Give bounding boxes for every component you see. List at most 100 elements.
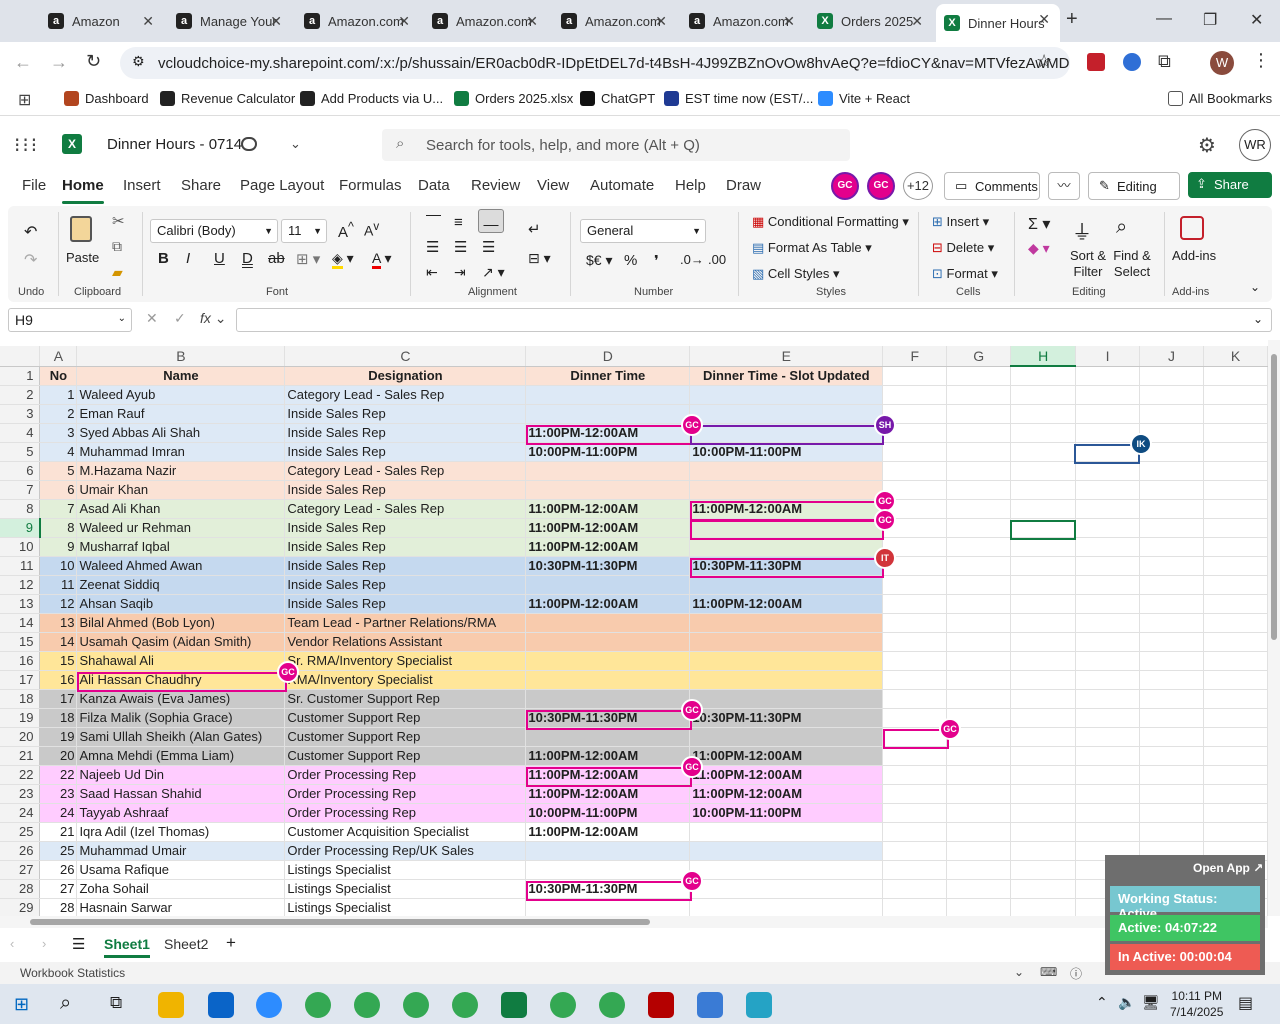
cell[interactable] [1203,556,1268,576]
comma-style-icon[interactable]: ❜ [654,252,659,270]
cell[interactable] [882,632,948,652]
cell[interactable] [1203,613,1268,633]
cell-no[interactable]: 11 [39,575,78,595]
align-top-icon[interactable]: ⎺ [426,214,441,231]
cell-name[interactable]: Zeenat Siddiq [76,575,286,595]
row-header[interactable]: 6 [0,461,41,481]
cell[interactable] [1075,670,1141,690]
header-name[interactable]: Name [76,366,286,386]
cell-designation[interactable]: Listings Specialist [284,879,527,899]
network-icon[interactable]: 🖥 [1142,994,1160,1011]
cell-designation[interactable]: Inside Sales Rep [284,537,527,557]
insert-function-icon[interactable]: fx ⌄ [200,310,227,327]
cell-no[interactable]: 3 [39,423,78,443]
row-header[interactable]: 25 [0,822,41,842]
bookmark-item[interactable]: EST time now (EST/... [664,91,813,106]
font-name-select[interactable]: Calibri (Body) ▼ [150,219,278,243]
reload-icon[interactable]: ↻ [86,51,101,72]
menu-tab-page-layout[interactable]: Page Layout [240,177,324,194]
cell[interactable] [946,480,1012,500]
cell-dinner-slot-updated[interactable] [689,651,884,671]
cell[interactable] [1203,670,1268,690]
cell[interactable] [946,879,1012,899]
currency-icon[interactable]: $€ ▾ [586,252,613,269]
cell-name[interactable]: Filza Malik (Sophia Grace) [76,708,286,728]
decrease-indent-icon[interactable]: ⇤ [426,264,438,281]
cell-no[interactable]: 2 [39,404,78,424]
collaborator-avatar[interactable]: GC [867,172,895,200]
windows-start-icon[interactable]: ⊞ [14,994,29,1015]
sort-filter-icon[interactable]: ⏚ [1072,216,1092,245]
cell[interactable] [1010,727,1077,747]
browser-tab[interactable]: a Amazon.com ✕ [553,6,677,36]
cell[interactable] [1139,727,1204,747]
cell[interactable] [1075,632,1141,652]
app-icon[interactable] [746,992,772,1018]
cell-designation[interactable]: Inside Sales Rep [284,423,527,443]
cell-name[interactable]: Asad Ali Khan [76,499,286,519]
cell-designation[interactable]: Order Processing Rep [284,803,527,823]
browser-tab[interactable]: a Amazon.com ✕ [296,6,420,36]
cell[interactable] [1203,765,1268,785]
cell-dinner-slot-updated[interactable]: 11:00PM-12:00AM [689,594,884,614]
row-header[interactable]: 20 [0,727,41,747]
close-tab-icon[interactable]: ✕ [398,13,410,30]
align-center-icon[interactable]: ☰ [454,238,467,256]
cell[interactable] [1075,822,1141,842]
cell-dinner-slot-updated[interactable]: 11:00PM-12:00AM [689,765,884,785]
open-app-link[interactable]: Open App ↗ [1193,861,1263,875]
cell-name[interactable]: Ahsan Saqib [76,594,286,614]
cell[interactable] [882,575,948,595]
cell[interactable] [1139,385,1204,405]
close-tab-icon[interactable]: ✕ [142,13,154,30]
cell[interactable] [1010,746,1077,766]
decrease-font-icon[interactable]: Av [364,220,379,239]
cell-designation[interactable]: Listings Specialist [284,860,527,880]
wrap-text-icon[interactable]: ↵ [528,220,541,238]
cell-dinner-time[interactable] [525,841,691,861]
search-input[interactable]: ⌕ Search for tools, help, and more (Alt … [382,129,850,161]
cell[interactable] [1075,556,1141,576]
file-explorer-icon[interactable] [158,992,184,1018]
cell-dinner-slot-updated[interactable]: 10:00PM-11:00PM [689,803,884,823]
calculator-icon[interactable] [697,992,723,1018]
close-tab-icon[interactable]: ✕ [526,13,538,30]
cell[interactable] [1139,518,1204,538]
forward-icon[interactable]: → [50,52,68,73]
cell[interactable] [1203,784,1268,804]
cell-no[interactable]: 9 [39,537,78,557]
cell-designation[interactable]: RMA/Inventory Specialist [284,670,527,690]
cell[interactable] [1010,879,1077,899]
percent-icon[interactable]: % [624,252,637,269]
cell[interactable] [1075,765,1141,785]
row-header[interactable]: 13 [0,594,41,614]
cell[interactable] [1139,575,1204,595]
menu-tab-draw[interactable]: Draw [726,177,761,194]
cell[interactable] [1203,499,1268,519]
close-tab-icon[interactable]: ✕ [911,13,923,30]
close-window-icon[interactable]: ✕ [1250,10,1263,30]
cell-dinner-time[interactable] [525,575,691,595]
cell[interactable] [882,803,948,823]
cell[interactable] [1010,708,1077,728]
row-header[interactable]: 15 [0,632,41,652]
cancel-entry-icon[interactable]: ✕ [146,310,158,327]
cell[interactable] [1203,822,1268,842]
row-header[interactable]: 18 [0,689,41,709]
cell[interactable] [946,404,1012,424]
cell-designation[interactable]: Category Lead - Sales Rep [284,499,527,519]
row-header[interactable]: 22 [0,765,41,785]
close-tab-icon[interactable]: ✕ [270,13,282,30]
cell-designation[interactable]: Sr. Customer Support Rep [284,689,527,709]
cell[interactable] [882,860,948,880]
scrollbar-thumb[interactable] [1271,354,1277,640]
cell-dinner-slot-updated[interactable] [689,670,884,690]
format-as-table-button[interactable]: ▤ Format As Table ▾ [752,240,872,256]
cell[interactable] [1010,480,1077,500]
excel-icon[interactable] [501,992,527,1018]
close-tab-icon[interactable]: ✕ [783,13,795,30]
cell[interactable] [1139,689,1204,709]
cell[interactable] [1075,651,1141,671]
chrome-icon[interactable] [305,992,331,1018]
menu-tab-data[interactable]: Data [418,177,450,194]
